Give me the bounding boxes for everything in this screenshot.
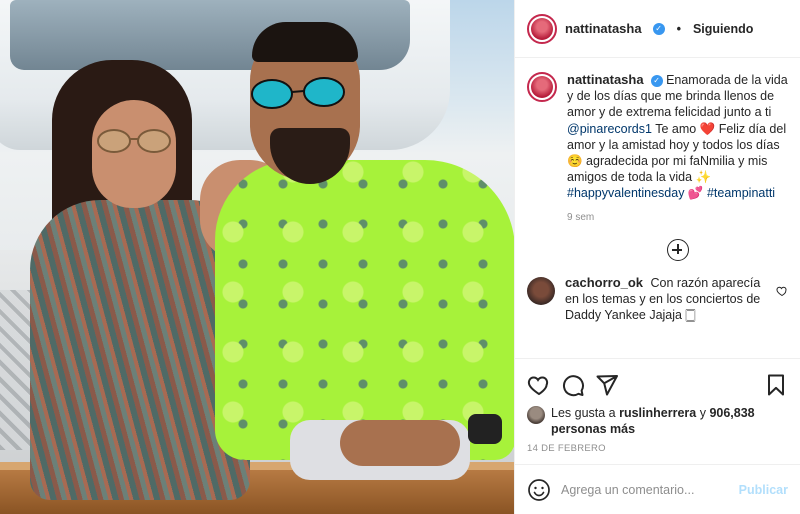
hashtag-link[interactable]: #teampinatti — [707, 186, 775, 200]
photo-man-sunglasses — [251, 77, 345, 109]
comment-input[interactable] — [561, 482, 729, 497]
instagram-post: nattinatasha ✓ • Siguiendo nattinatasha ✓… — [0, 0, 800, 514]
load-more-comments-button[interactable] — [567, 238, 788, 261]
post-header: nattinatasha ✓ • Siguiendo — [515, 0, 800, 58]
author-avatar[interactable] — [527, 13, 557, 44]
plus-circle-icon — [666, 238, 689, 261]
caption-mention-link[interactable]: @pinarecords1 — [567, 122, 652, 136]
commenter-username[interactable]: cachorro_ok — [565, 275, 643, 290]
post-side-panel: nattinatasha ✓ • Siguiendo nattinatasha ✓… — [514, 0, 800, 514]
likes-connector: y — [696, 406, 710, 420]
author-username[interactable]: nattinatasha — [565, 21, 642, 36]
verified-icon: ✓ — [652, 22, 665, 35]
add-comment-bar: Publicar — [515, 464, 800, 514]
save-bookmark-icon[interactable] — [764, 373, 788, 397]
hashtag-link[interactable]: #happyvalentinesday — [567, 186, 684, 200]
following-button[interactable]: Siguiendo — [693, 22, 753, 36]
header-separator: • — [676, 21, 681, 36]
like-heart-icon[interactable] — [527, 373, 551, 397]
post-date[interactable]: 14 DE FEBRERO — [527, 443, 788, 454]
publish-button[interactable]: Publicar — [739, 483, 788, 497]
comments-section: nattinatasha ✓ Enamorada de la vida y de … — [515, 58, 800, 358]
comment-like-heart-icon[interactable] — [776, 285, 788, 297]
comment-item: cachorro_ok Con razón aparecía en los te… — [527, 275, 788, 324]
photo-man-shirt — [215, 160, 514, 460]
post-photo[interactable] — [0, 0, 514, 514]
photo-woman-face — [92, 100, 176, 208]
likes-summary: Les gusta a ruslinherrera y 906,838 pers… — [527, 405, 788, 437]
share-paper-plane-icon[interactable] — [595, 373, 619, 397]
comment-bubble-icon[interactable] — [561, 373, 585, 397]
caption-username[interactable]: nattinatasha — [567, 72, 644, 87]
photo-woman-sunglasses — [97, 129, 171, 153]
caption-time: 9 sem — [567, 211, 595, 223]
post-actions: Les gusta a ruslinherrera y 906,838 pers… — [515, 358, 800, 464]
caption-text-3: 💕 — [684, 186, 707, 201]
emoji-icon[interactable] — [527, 478, 551, 502]
verified-icon: ✓ — [650, 75, 663, 87]
caption-avatar[interactable] — [527, 72, 557, 102]
caption: nattinatasha ✓ Enamorada de la vida y de … — [527, 72, 788, 223]
likes-prefix: Les gusta a — [551, 406, 620, 420]
commenter-avatar[interactable] — [527, 276, 555, 305]
liker-username[interactable]: ruslinherrera — [619, 406, 696, 420]
photo-watch — [468, 414, 502, 444]
liker-avatar[interactable] — [527, 406, 545, 424]
